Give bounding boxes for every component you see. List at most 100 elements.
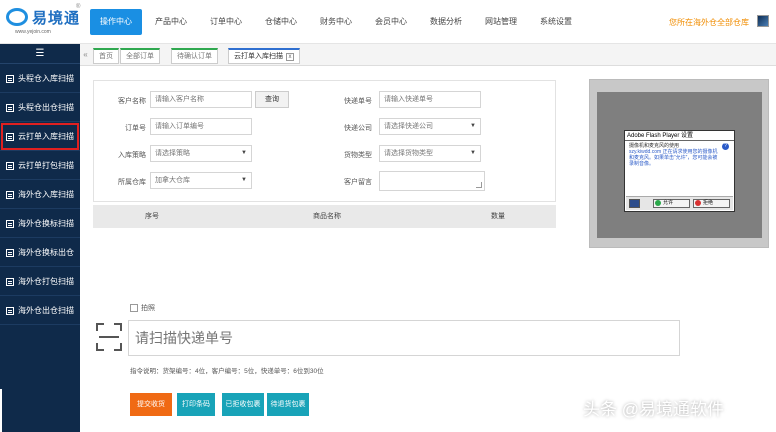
flash-dialog-title: Adobe Flash Player 设置 <box>625 131 734 141</box>
nav-data-analysis[interactable]: 数据分析 <box>420 9 472 35</box>
warehouse-label: 所属仓库 <box>118 179 146 186</box>
sidebar-toggle-icon[interactable]: ☰ <box>0 44 80 64</box>
sidebar-item-label: 云打单入库扫描 <box>18 132 74 141</box>
list-icon <box>6 75 14 83</box>
sidebar-item-overseas-relabel-outbound[interactable]: 海外仓换标出仓 <box>0 238 80 267</box>
sidebar-item-overseas-outbound-scan[interactable]: 海外仓出仓扫描 <box>0 296 80 325</box>
inbound-strategy-label: 入库策略 <box>118 152 146 159</box>
tabs-back-icon[interactable]: « <box>81 48 90 62</box>
scan-instructions: 指令说明：货架编号：4位，客户编号：5位，快递单号：6位到30位 <box>130 368 324 375</box>
sidebar-item-headhaul-outbound-scan[interactable]: 头程仓出仓扫描 <box>0 93 80 122</box>
list-icon <box>6 104 14 112</box>
monitor-icon[interactable] <box>629 199 640 208</box>
tab-home[interactable]: 首页 <box>93 48 119 64</box>
sidebar-item-label: 海外仓打包扫描 <box>18 277 74 286</box>
deny-icon <box>695 200 701 206</box>
order-no-label: 订单号 <box>125 125 146 132</box>
customer-name-input[interactable] <box>150 91 252 108</box>
sidebar-item-label: 海外仓出仓扫描 <box>18 306 74 315</box>
query-button[interactable]: 查询 <box>255 91 289 108</box>
tabs-bar: « 首页 全部订单 待确认订单 云打单入库扫描 x <box>80 44 776 66</box>
inbound-strategy-value: 请选择策略 <box>155 150 190 157</box>
express-company-label: 快递公司 <box>344 125 372 132</box>
sidebar-item-overseas-relabel-scan[interactable]: 海外仓换标扫描 <box>0 209 80 238</box>
chevron-down-icon: ▼ <box>470 150 476 156</box>
order-no-input[interactable] <box>150 118 252 135</box>
list-icon <box>6 307 14 315</box>
nav-site-management[interactable]: 网站管理 <box>475 9 527 35</box>
warehouse-value: 加拿大仓库 <box>155 177 190 184</box>
flash-settings-dialog: Adobe Flash Player 设置 ? 摄像机和麦克风的使用 szy.k… <box>624 130 735 212</box>
print-barcode-button[interactable]: 打印条码 <box>177 393 215 416</box>
nav-member-center[interactable]: 会员中心 <box>365 9 417 35</box>
sidebar-item-label: 海外仓入库扫描 <box>18 190 74 199</box>
nav-system-settings[interactable]: 系统设置 <box>530 9 582 35</box>
sidebar-item-overseas-inbound-scan[interactable]: 海外仓入库扫描 <box>0 180 80 209</box>
scan-icon <box>96 323 122 351</box>
list-icon <box>6 249 14 257</box>
chevron-down-icon: ▼ <box>241 150 247 156</box>
list-icon <box>6 162 14 170</box>
express-company-value: 请选择快递公司 <box>384 123 433 130</box>
nav-operation-center[interactable]: 操作中心 <box>90 9 142 35</box>
goods-type-select[interactable]: 请选择货物类型 ▼ <box>379 145 481 162</box>
sidebar-scrollbar[interactable] <box>0 389 2 432</box>
goods-type-label: 货物类型 <box>344 152 372 159</box>
express-no-input[interactable] <box>379 91 481 108</box>
list-icon <box>6 191 14 199</box>
photo-checkbox[interactable] <box>130 304 138 312</box>
sidebar-item-label: 头程仓入库扫描 <box>18 74 74 83</box>
sidebar-item-label: 云打单打包扫描 <box>18 161 74 170</box>
sidebar-item-label: 海外仓换标出仓 <box>18 248 74 257</box>
nav-order-center[interactable]: 订单中心 <box>200 9 252 35</box>
sidebar-item-cloud-inbound-scan[interactable]: 云打单入库扫描 <box>0 122 80 151</box>
chevron-down-icon: ▼ <box>241 177 247 183</box>
sidebar-item-cloud-pack-scan[interactable]: 云打单打包扫描 <box>0 151 80 180</box>
tab-pending-orders[interactable]: 待确认订单 <box>171 48 218 64</box>
top-bar: 易境通 ® www.yejoin.com 操作中心 产品中心 订单中心 仓储中心… <box>0 0 776 44</box>
logo[interactable]: 易境通 ® www.yejoin.com <box>6 4 81 40</box>
column-index: 序号 <box>145 213 159 220</box>
warehouse-scope-link[interactable]: 您所在海外仓全部仓库 <box>669 17 749 28</box>
sidebar-item-overseas-pack-scan[interactable]: 海外仓打包扫描 <box>0 267 80 296</box>
close-icon[interactable]: x <box>286 53 294 61</box>
tab-cloud-inbound-scan[interactable]: 云打单入库扫描 x <box>228 48 300 64</box>
warehouse-select[interactable]: 加拿大仓库 ▼ <box>150 172 252 189</box>
flash-allow-label: 允许 <box>663 200 674 206</box>
goods-type-value: 请选择货物类型 <box>384 150 433 157</box>
nav-finance-center[interactable]: 财务中心 <box>310 9 362 35</box>
help-icon[interactable]: ? <box>722 143 729 150</box>
main-nav: 操作中心 产品中心 订单中心 仓储中心 财务中心 会员中心 数据分析 网站管理 … <box>90 9 585 35</box>
flash-dialog-toolbar: 允许 拒绝 <box>626 196 733 210</box>
express-no-label: 快递单号 <box>344 98 372 105</box>
avatar[interactable] <box>757 15 769 27</box>
column-goods-name: 商品名称 <box>313 213 341 220</box>
flash-deny-radio[interactable]: 拒绝 <box>693 199 730 208</box>
tab-label: 云打单入库扫描 <box>234 53 283 60</box>
sidebar-item-label: 头程仓出仓扫描 <box>18 103 74 112</box>
flash-dialog-message: szy.kiwdd.com 正在请求使用您的摄像机和麦克风。如果单击“允许”，您… <box>629 149 718 167</box>
column-quantity: 数量 <box>491 213 505 220</box>
nav-warehouse-center[interactable]: 仓储中心 <box>255 9 307 35</box>
customer-note-textarea[interactable] <box>379 171 485 191</box>
rejected-parcels-button[interactable]: 已拒收包裹 <box>222 393 264 416</box>
tab-all-orders[interactable]: 全部订单 <box>120 48 160 64</box>
sidebar: ☰ 头程仓入库扫描 头程仓出仓扫描 云打单入库扫描 云打单打包扫描 海外仓入库扫… <box>0 44 80 432</box>
logo-mark-icon <box>6 8 28 26</box>
sidebar-item-headhaul-inbound-scan[interactable]: 头程仓入库扫描 <box>0 64 80 93</box>
logo-reg: ® <box>76 4 81 10</box>
customer-note-label: 客户留言 <box>344 179 372 186</box>
scan-express-input[interactable] <box>128 320 680 356</box>
watermark: 头条 @易境通软件 <box>583 400 724 419</box>
nav-product-center[interactable]: 产品中心 <box>145 9 197 35</box>
inbound-strategy-select[interactable]: 请选择策略 ▼ <box>150 145 252 162</box>
express-company-select[interactable]: 请选择快递公司 ▼ <box>379 118 481 135</box>
sidebar-item-label: 海外仓换标扫描 <box>18 219 74 228</box>
customer-name-label: 客户名称 <box>118 98 146 105</box>
submit-receipt-button[interactable]: 提交收货 <box>130 393 172 416</box>
list-icon <box>6 133 14 141</box>
pending-return-parcels-button[interactable]: 待退货包裹 <box>267 393 309 416</box>
list-icon <box>6 220 14 228</box>
photo-label: 拍照 <box>141 305 155 312</box>
flash-allow-radio[interactable]: 允许 <box>653 199 690 208</box>
